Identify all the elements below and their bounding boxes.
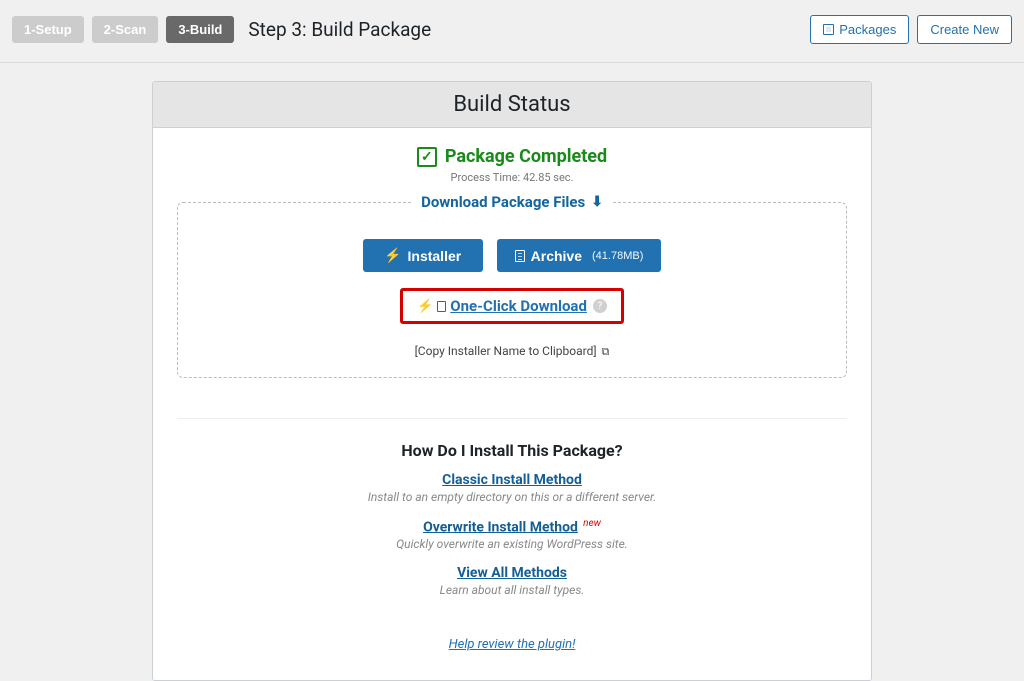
overwrite-install-desc: Quickly overwrite an existing WordPress … — [177, 537, 847, 551]
page-title: Step 3: Build Package — [248, 18, 431, 41]
packages-button[interactable]: Packages — [810, 15, 909, 44]
packages-icon — [823, 24, 834, 35]
view-all-methods-link[interactable]: View All Methods — [457, 565, 567, 581]
archive-icon — [515, 250, 525, 262]
create-new-button[interactable]: Create New — [917, 15, 1012, 44]
step-2-scan[interactable]: 2-Scan — [92, 16, 159, 43]
file-icon — [437, 301, 446, 312]
archive-size: (41.78MB) — [592, 250, 643, 262]
new-badge: new — [583, 518, 601, 529]
step-1-setup[interactable]: 1-Setup — [12, 16, 84, 43]
step-3-build[interactable]: 3-Build — [166, 16, 234, 43]
copy-installer-name-link[interactable]: [Copy Installer Name to Clipboard] ⧉ — [415, 344, 610, 358]
installer-button[interactable]: ⚡ Installer — [363, 239, 483, 272]
help-icon[interactable]: ? — [593, 299, 607, 313]
download-heading: Download Package Files ⬇ — [411, 193, 613, 211]
status-completed: ✓ Package Completed — [417, 146, 607, 167]
bolt-icon: ⚡ — [417, 299, 433, 314]
build-status-panel: Build Status ✓ Package Completed Process… — [152, 81, 872, 681]
download-icon: ⬇ — [591, 194, 603, 210]
classic-install-desc: Install to an empty directory on this or… — [177, 490, 847, 504]
download-section: Download Package Files ⬇ ⚡ Installer Arc… — [177, 202, 847, 378]
archive-button[interactable]: Archive (41.78MB) — [497, 239, 662, 272]
packages-label: Packages — [839, 22, 896, 37]
install-help-section: How Do I Install This Package? Classic I… — [177, 441, 847, 652]
divider — [177, 418, 847, 419]
one-click-download-link[interactable]: One-Click Download — [450, 297, 587, 315]
process-time: Process Time: 42.85 sec. — [177, 171, 847, 184]
help-review-link[interactable]: Help review the plugin! — [449, 637, 576, 652]
classic-install-link[interactable]: Classic Install Method — [442, 472, 582, 488]
overwrite-install-link[interactable]: Overwrite Install Method — [423, 519, 578, 535]
install-heading: How Do I Install This Package? — [177, 441, 847, 460]
one-click-highlight: ⚡ One-Click Download ? — [400, 288, 624, 324]
view-all-methods-desc: Learn about all install types. — [177, 583, 847, 597]
check-icon: ✓ — [417, 147, 437, 167]
bolt-icon: ⚡ — [384, 247, 401, 264]
clipboard-icon: ⧉ — [602, 345, 610, 358]
step-breadcrumb: 1-Setup 2-Scan 3-Build Step 3: Build Pac… — [12, 16, 431, 43]
status-text: Package Completed — [445, 146, 607, 167]
panel-title: Build Status — [153, 82, 871, 128]
